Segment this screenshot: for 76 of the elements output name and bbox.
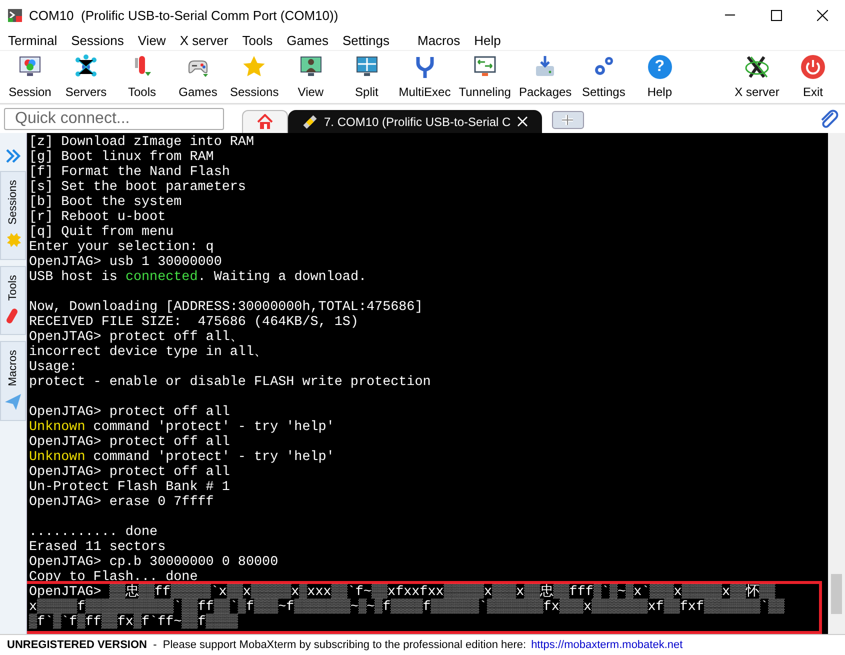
terminal-line: OpenJTAG> erase 0 7ffff [29, 495, 215, 510]
terminal-line: OpenJTAG> protect off all [29, 405, 231, 420]
terminal-line: RECEIVED FILE SIZE: 475686 (464KB/S, 1S) [29, 315, 360, 330]
menu-item[interactable]: Sessions [64, 32, 131, 48]
quick-connect-field[interactable]: Quick connect... [4, 108, 224, 130]
window-title: COM10 (Prolific USB-to-Serial Comm Port (COM10)) [29, 8, 340, 22]
terminal-line: [r] Reboot u-boot [29, 210, 167, 225]
help-icon: ? [648, 55, 672, 79]
toolbar-button[interactable]: ? Help [636, 51, 684, 103]
home-icon [257, 114, 273, 130]
x-logo-icon [744, 54, 770, 80]
terminal-line: OpenJTAG> usb 1 30000000 [29, 255, 223, 270]
toolbar-button[interactable]: X server [733, 51, 781, 103]
terminal-line: [b] Boot the system [29, 195, 183, 210]
terminal-line: Un-Protect Flash Bank # 1 [29, 480, 231, 495]
terminal-line: [g] Boot linux from RAM [29, 150, 215, 165]
website-link[interactable]: https://mobaxterm.mobatek.net [531, 639, 683, 651]
terminal-line: Enter your selection: q [29, 240, 215, 255]
terminal-line: OpenJTAG> protect off all、 [29, 330, 244, 345]
toolbar-button[interactable]: MultiExec [398, 51, 451, 103]
paperclip-icon[interactable] [819, 109, 839, 129]
new-tab-button[interactable] [552, 111, 584, 129]
toolbar-button[interactable]: Exit [789, 51, 837, 103]
menu-item[interactable]: Help [467, 32, 508, 48]
expand-icon[interactable] [5, 147, 21, 165]
toolbar-button[interactable]: Tools [118, 51, 166, 103]
terminal-line: OpenJTAG> cp.b 30000000 0 80000 [29, 555, 280, 570]
terminal-line: Usage: [29, 360, 78, 375]
terminal-line: [s] Set the boot parameters [29, 180, 247, 195]
toolbar-button[interactable]: Tunneling [458, 51, 511, 103]
plus-icon [562, 114, 574, 126]
close-icon[interactable] [816, 10, 828, 20]
toolbar-button[interactable]: View [286, 51, 335, 103]
terminal-line: Erased 11 sectors [29, 540, 167, 555]
sidebar-tab[interactable]: Macros [0, 341, 26, 422]
power-icon [800, 54, 826, 80]
terminal-line: [z] Download zImage into RAM [29, 135, 255, 150]
toolbar-button[interactable]: Sessions [230, 51, 279, 103]
terminal-line: incorrect device type in all、 [29, 345, 268, 360]
toolbar-button[interactable]: Packages [518, 51, 572, 103]
menu-item[interactable]: View [130, 32, 173, 48]
terminal-line: ▒f`▒`f▒ff▒▒fx▒f`ff~▒▒f▒▒▒▒ [29, 615, 239, 630]
app-icon [8, 8, 23, 22]
terminal-line: Unknown command 'protect' - try 'help' [29, 450, 336, 465]
menu-item[interactable]: Macros [410, 32, 468, 48]
toolbar-button[interactable]: Settings [580, 51, 628, 103]
terminal-line: ........... done [29, 525, 159, 540]
sidebar-tab[interactable]: Tools [0, 266, 26, 336]
terminal-line: OpenJTAG> ▒▒忠▒▒ff▒▒▒▒▒`x▒▒x▒▒▒▒▒x▒xxx▒▒`f~▒▒xfxxfxx▒▒▒▒▒x▒▒▒x▒▒忠▒▒fff▒`▒~▒x`▒▒▒x▒▒▒▒▒x▒▒怀▒▒ [29, 585, 776, 600]
terminal-line: OpenJTAG> protect off all [29, 435, 231, 450]
toolbar-button[interactable]: Servers [62, 51, 110, 103]
terminal-line: USB host is connected. Waiting a download. [29, 270, 368, 285]
sidebar-tab[interactable]: Sessions [0, 171, 26, 260]
terminal-line: [f] Format the Nand Flash [29, 165, 231, 180]
plug-icon [302, 114, 318, 130]
terminal-line: Unknown command 'protect' - try 'help' [29, 420, 336, 435]
home-tab[interactable] [242, 110, 288, 133]
menu-item[interactable]: Terminal [1, 32, 64, 48]
terminal-line: protect - enable or disable FLASH write protection [29, 375, 432, 390]
menu-item[interactable]: Tools [235, 32, 280, 48]
terminal-line: OpenJTAG> protect off all [29, 465, 231, 480]
maximize-icon[interactable] [770, 10, 782, 20]
terminal-line: [q] Quit from menu [29, 225, 175, 240]
paper-plane-icon [3, 392, 23, 412]
terminal-panel[interactable] [27, 133, 828, 634]
toolbar-button[interactable]: Split [342, 51, 391, 103]
scrollbar[interactable] [828, 133, 845, 634]
session-tab[interactable]: 7. COM10 (Prolific USB-to-Serial C [288, 110, 542, 133]
terminal-line: Now, Downloading [ADDRESS:30000000h,TOTAL:475686] [29, 300, 424, 315]
terminal-line: x▒▒▒▒▒f▒▒▒▒▒▒▒▒▒▒▒`▒▒ff▒▒`▒f▒▒▒~f▒▒▒▒▒▒▒~▒~▒f▒▒▒▒f▒▒▒▒▒▒`▒▒▒▒▒▒▒fx▒▒▒x▒▒▒▒▒▒▒xf▒▒fxf▒▒▒▒▒▒▒`▒▒ [29, 600, 786, 615]
status-message: UNREGISTERED VERSION - Please support MobaXterm by subscribing to the professional edition here: [7, 639, 526, 651]
toolbar-button[interactable]: Games [174, 51, 222, 103]
menu-item[interactable]: X server [172, 32, 236, 48]
menu-item[interactable]: Settings [336, 32, 396, 48]
toolbar-button[interactable]: Session [6, 51, 54, 103]
menu-item[interactable]: Games [280, 32, 336, 48]
